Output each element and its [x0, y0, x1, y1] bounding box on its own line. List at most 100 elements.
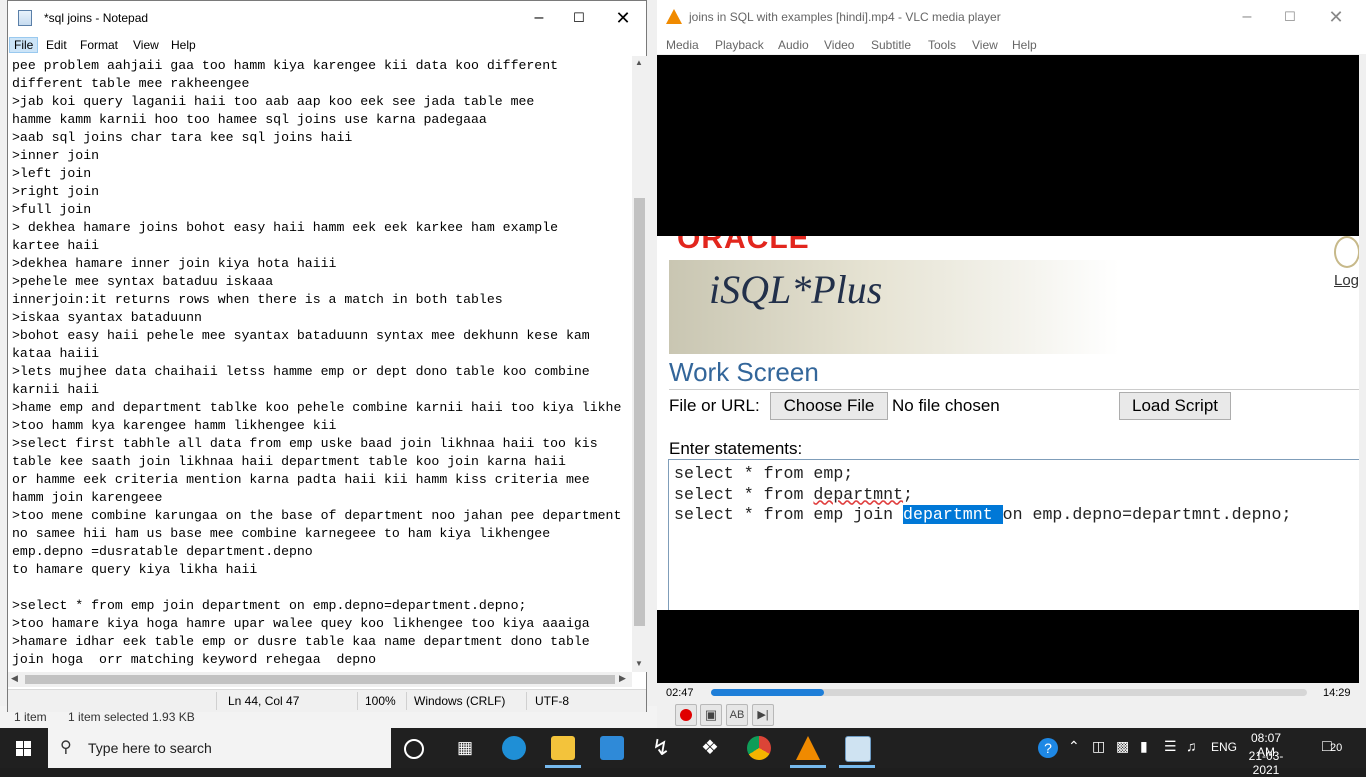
zoom-level: 100% [365, 694, 396, 708]
file-explorer-icon[interactable] [551, 736, 575, 760]
vlc-taskbar-icon[interactable] [796, 736, 820, 760]
sql-line-2: select * from departmnt; [674, 484, 914, 504]
no-file-chosen-text: No file chosen [892, 396, 1000, 415]
notepad-horizontal-scrollbar[interactable]: ◀ ▶ [8, 672, 632, 687]
chevron-up-icon[interactable]: ⌃ [1068, 738, 1080, 755]
app-bolt-icon[interactable]: ↯ [649, 736, 673, 760]
menu-help[interactable]: Help [167, 37, 200, 53]
loop-ab-button[interactable]: AB [726, 704, 748, 726]
sql-line-3: select * from emp join departmnt on emp.… [674, 505, 1292, 524]
notepad-title: *sql joins - Notepad [44, 11, 149, 25]
scroll-left-icon[interactable]: ◀ [11, 673, 18, 684]
vlc-minimize-button[interactable]: – [1224, 0, 1270, 34]
record-button[interactable] [675, 704, 697, 726]
vlc-menu-subtitle[interactable]: Subtitle [871, 38, 911, 52]
vlc-controls: 02:47 14:29 ▣ AB ▶| [657, 683, 1366, 728]
vlc-cone-icon [666, 9, 682, 24]
vertical-scroll-thumb[interactable] [634, 198, 645, 626]
camera-icon: ▣ [704, 707, 718, 722]
file-url-label: File or URL: [669, 396, 760, 415]
notepad-titlebar[interactable]: *sql joins - Notepad – ☐ ✕ [8, 1, 646, 35]
vlc-menu-view[interactable]: View [972, 38, 998, 52]
notepad-status-bar: Ln 44, Col 47 100% Windows (CRLF) UTF-8 [8, 689, 646, 712]
vlc-window[interactable]: joins in SQL with examples [hindi].mp4 -… [657, 0, 1366, 728]
logout-icon[interactable] [1334, 236, 1359, 268]
search-icon: ⚲ [60, 739, 72, 756]
work-screen-heading: Work Screen [669, 357, 819, 387]
vlc-menu-tools[interactable]: Tools [928, 38, 956, 52]
tray-app-icon[interactable]: ▩ [1116, 738, 1129, 755]
vlc-menu-help[interactable]: Help [1012, 38, 1037, 52]
battery-icon[interactable]: ▮ [1140, 738, 1148, 755]
scroll-down-icon[interactable]: ▼ [635, 659, 643, 668]
notepad-vertical-scrollbar[interactable]: ▲ ▼ [632, 56, 647, 672]
menu-file[interactable]: File [9, 37, 39, 53]
seek-bar[interactable] [711, 689, 1307, 696]
sql-line-1: select * from emp; [674, 464, 854, 483]
help-icon[interactable]: ? [1038, 738, 1058, 758]
tray-device-icon[interactable]: ◫ [1092, 738, 1105, 755]
vlc-menu-media[interactable]: Media [666, 38, 699, 52]
notepad-window[interactable]: *sql joins - Notepad – ☐ ✕ File Edit For… [7, 0, 647, 712]
task-view-icon[interactable]: ▦ [453, 736, 477, 760]
sql-statements-textarea[interactable]: select * from emp; select * from departm… [668, 459, 1359, 610]
start-button[interactable] [0, 728, 48, 768]
logout-link[interactable]: Log [1334, 272, 1359, 289]
vlc-titlebar[interactable]: joins in SQL with examples [hindi].mp4 -… [657, 0, 1366, 34]
edge-icon[interactable] [502, 736, 526, 760]
horizontal-scroll-thumb[interactable] [25, 675, 615, 684]
vlc-title: joins in SQL with examples [hindi].mp4 -… [689, 10, 1001, 24]
vlc-close-button[interactable]: ✕ [1313, 0, 1359, 34]
volume-icon[interactable]: ♫ [1186, 738, 1197, 754]
menu-format[interactable]: Format [76, 37, 122, 53]
frame-step-icon: ▶| [757, 709, 769, 721]
seek-bar-fill [711, 689, 825, 696]
notepad-text-content: pee problem aahjaii gaa too hamm kiya ka… [12, 58, 622, 667]
oracle-brand: ORACLE [677, 236, 810, 255]
enter-statements-label: Enter statements: [669, 439, 803, 458]
vlc-menu-video[interactable]: Video [824, 38, 854, 52]
encoding: UTF-8 [535, 694, 569, 708]
notification-count: 20 [1330, 742, 1343, 754]
notepad-maximize-button[interactable]: ☐ [556, 1, 602, 35]
explorer-item-count: 1 item [14, 710, 47, 724]
isql-banner: iSQL*Plus [669, 260, 1119, 354]
mail-icon[interactable] [600, 736, 624, 760]
notepad-close-button[interactable]: ✕ [600, 1, 646, 35]
record-icon [680, 709, 692, 721]
notepad-text-area[interactable]: pee problem aahjaii gaa too hamm kiya ka… [8, 56, 632, 672]
language-indicator[interactable]: ENG [1211, 740, 1237, 754]
notepad-icon [18, 10, 32, 26]
frame-step-button[interactable]: ▶| [752, 704, 774, 726]
scroll-right-icon[interactable]: ▶ [619, 673, 626, 684]
elapsed-time: 02:47 [666, 687, 694, 699]
loop-ab-icon: AB [729, 709, 745, 721]
taskbar-search-box[interactable]: ⚲ Type here to search [48, 728, 391, 768]
taskbar: ⚲ Type here to search ▦ ↯ ❖ ? ⌃ ◫ ▩ ▮ ☰ … [0, 728, 1366, 777]
notepad-taskbar-icon[interactable] [845, 736, 871, 762]
total-time: 14:29 [1323, 687, 1351, 699]
snapshot-button[interactable]: ▣ [700, 704, 722, 726]
choose-file-button[interactable]: Choose File [770, 392, 888, 420]
search-placeholder: Type here to search [88, 740, 212, 756]
isql-logo: iSQL*Plus [709, 267, 883, 312]
isql-plus-page: ORACLE iSQL*Plus Log Work Screen File or… [657, 236, 1359, 610]
notepad-menubar: File Edit Format View Help [8, 35, 646, 55]
menu-edit[interactable]: Edit [42, 37, 71, 53]
vlc-video-area[interactable]: ORACLE iSQL*Plus Log Work Screen File or… [657, 55, 1359, 683]
vlc-menu-playback[interactable]: Playback [715, 38, 764, 52]
sql-statements-text: select * from emp; select * from departm… [674, 464, 1291, 526]
load-script-button[interactable]: Load Script [1119, 392, 1231, 420]
vlc-maximize-button[interactable]: ☐ [1267, 0, 1313, 34]
vlc-menubar: Media Playback Audio Video Subtitle Tool… [657, 34, 1366, 54]
line-ending: Windows (CRLF) [414, 694, 506, 708]
clock-date[interactable]: 21-03-2021 [1236, 749, 1296, 777]
vlc-menu-audio[interactable]: Audio [778, 38, 809, 52]
cortana-icon[interactable] [404, 739, 424, 759]
menu-view[interactable]: View [129, 37, 163, 53]
wifi-icon[interactable]: ☰ [1164, 738, 1177, 755]
scroll-up-icon[interactable]: ▲ [635, 58, 643, 67]
chrome-icon[interactable] [747, 736, 771, 760]
divider [669, 389, 1359, 390]
dropbox-icon[interactable]: ❖ [698, 736, 722, 760]
